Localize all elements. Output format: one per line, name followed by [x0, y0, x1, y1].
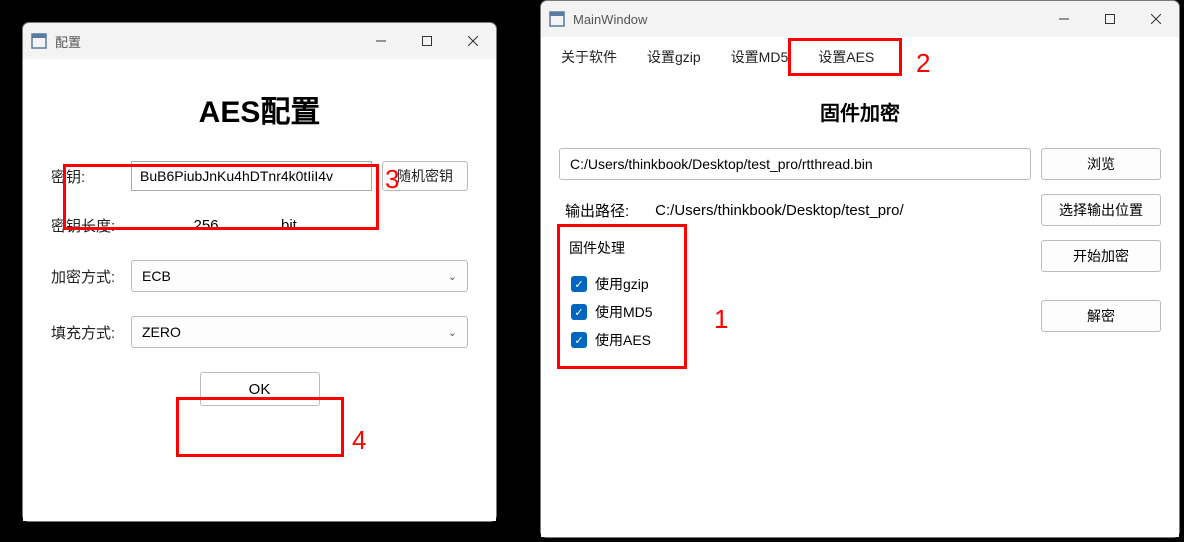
- checkbox-md5-label: 使用MD5: [595, 302, 653, 322]
- menu-about[interactable]: 关于软件: [549, 41, 629, 73]
- output-path-label: 输出路径:: [559, 200, 629, 221]
- encryption-mode-label: 加密方式:: [51, 266, 131, 287]
- close-button[interactable]: [450, 23, 496, 59]
- checkbox-gzip[interactable]: ✓: [571, 276, 587, 292]
- main-client: 关于软件 设置gzip 设置MD5 设置AES 固件加密 浏览 输出路径: C:…: [541, 37, 1179, 537]
- key-row: 密钥: 随机密钥: [51, 161, 468, 191]
- action-buttons: 开始加密 解密: [1041, 240, 1161, 370]
- encryption-mode-row: 加密方式: ECB ⌄: [51, 260, 468, 292]
- config-client: AES配置 密钥: 随机密钥 密钥长度: 256 bit 加密方式: ECB ⌄…: [23, 59, 496, 521]
- chevron-down-icon: ⌄: [448, 326, 457, 339]
- main-body: 固件加密 浏览 输出路径: C:/Users/thinkbook/Desktop…: [541, 77, 1179, 382]
- menu-aes[interactable]: 设置AES: [806, 41, 886, 73]
- checkbox-md5-row[interactable]: ✓ 使用MD5: [571, 302, 697, 322]
- config-heading: AES配置: [51, 87, 468, 131]
- lower-panel: 固件处理 ✓ 使用gzip ✓ 使用MD5 ✓ 使用AES 开始加: [559, 240, 1161, 370]
- checkbox-aes-label: 使用AES: [595, 330, 651, 350]
- start-encrypt-button[interactable]: 开始加密: [1041, 240, 1161, 272]
- input-path-field[interactable]: [559, 148, 1031, 180]
- checkbox-gzip-row[interactable]: ✓ 使用gzip: [571, 274, 697, 294]
- key-label: 密钥:: [51, 166, 131, 187]
- output-path-value: C:/Users/thinkbook/Desktop/test_pro/: [639, 202, 1031, 219]
- config-window: 配置 AES配置 密钥: 随机密钥 密钥长度: 256 bit 加密方式: EC…: [22, 22, 497, 522]
- ok-button[interactable]: OK: [200, 372, 320, 406]
- checkbox-gzip-label: 使用gzip: [595, 274, 649, 294]
- groupbox-title: 固件处理: [565, 238, 629, 258]
- main-titlebar: MainWindow: [541, 1, 1179, 37]
- window-controls: [1041, 1, 1179, 37]
- random-key-button[interactable]: 随机密钥: [382, 161, 468, 191]
- encryption-mode-select[interactable]: ECB ⌄: [131, 260, 468, 292]
- maximize-button[interactable]: [404, 23, 450, 59]
- main-heading: 固件加密: [559, 97, 1161, 126]
- padding-row: 填充方式: ZERO ⌄: [51, 316, 468, 348]
- key-length-value: 256: [131, 217, 281, 234]
- config-title: 配置: [55, 32, 358, 51]
- window-controls: [358, 23, 496, 59]
- key-length-label: 密钥长度:: [51, 215, 131, 236]
- close-button[interactable]: [1133, 1, 1179, 37]
- padding-label: 填充方式:: [51, 322, 131, 343]
- browse-button[interactable]: 浏览: [1041, 148, 1161, 180]
- main-title: MainWindow: [573, 12, 1041, 27]
- key-length-row: 密钥长度: 256 bit: [51, 215, 468, 236]
- menubar: 关于软件 设置gzip 设置MD5 设置AES: [541, 37, 1179, 77]
- checkbox-aes[interactable]: ✓: [571, 332, 587, 348]
- main-window: MainWindow 关于软件 设置gzip 设置MD5 设置AES 固件加密 …: [540, 0, 1180, 538]
- app-icon: [549, 11, 565, 27]
- config-titlebar: 配置: [23, 23, 496, 59]
- chevron-down-icon: ⌄: [448, 270, 457, 283]
- padding-value: ZERO: [142, 324, 181, 340]
- menu-md5[interactable]: 设置MD5: [719, 41, 801, 73]
- key-length-unit: bit: [281, 217, 297, 234]
- menu-gzip[interactable]: 设置gzip: [635, 41, 713, 73]
- minimize-button[interactable]: [1041, 1, 1087, 37]
- ok-row: OK: [51, 372, 468, 406]
- minimize-button[interactable]: [358, 23, 404, 59]
- checkbox-aes-row[interactable]: ✓ 使用AES: [571, 330, 697, 350]
- app-icon: [31, 33, 47, 49]
- key-input[interactable]: [131, 161, 372, 191]
- input-path-row: 浏览: [559, 148, 1161, 180]
- select-output-button[interactable]: 选择输出位置: [1041, 194, 1161, 226]
- checkbox-md5[interactable]: ✓: [571, 304, 587, 320]
- padding-select[interactable]: ZERO ⌄: [131, 316, 468, 348]
- maximize-button[interactable]: [1087, 1, 1133, 37]
- encryption-mode-value: ECB: [142, 268, 171, 284]
- output-path-row: 输出路径: C:/Users/thinkbook/Desktop/test_pr…: [559, 194, 1161, 226]
- decrypt-button[interactable]: 解密: [1041, 300, 1161, 332]
- firmware-groupbox: 固件处理 ✓ 使用gzip ✓ 使用MD5 ✓ 使用AES: [559, 240, 709, 370]
